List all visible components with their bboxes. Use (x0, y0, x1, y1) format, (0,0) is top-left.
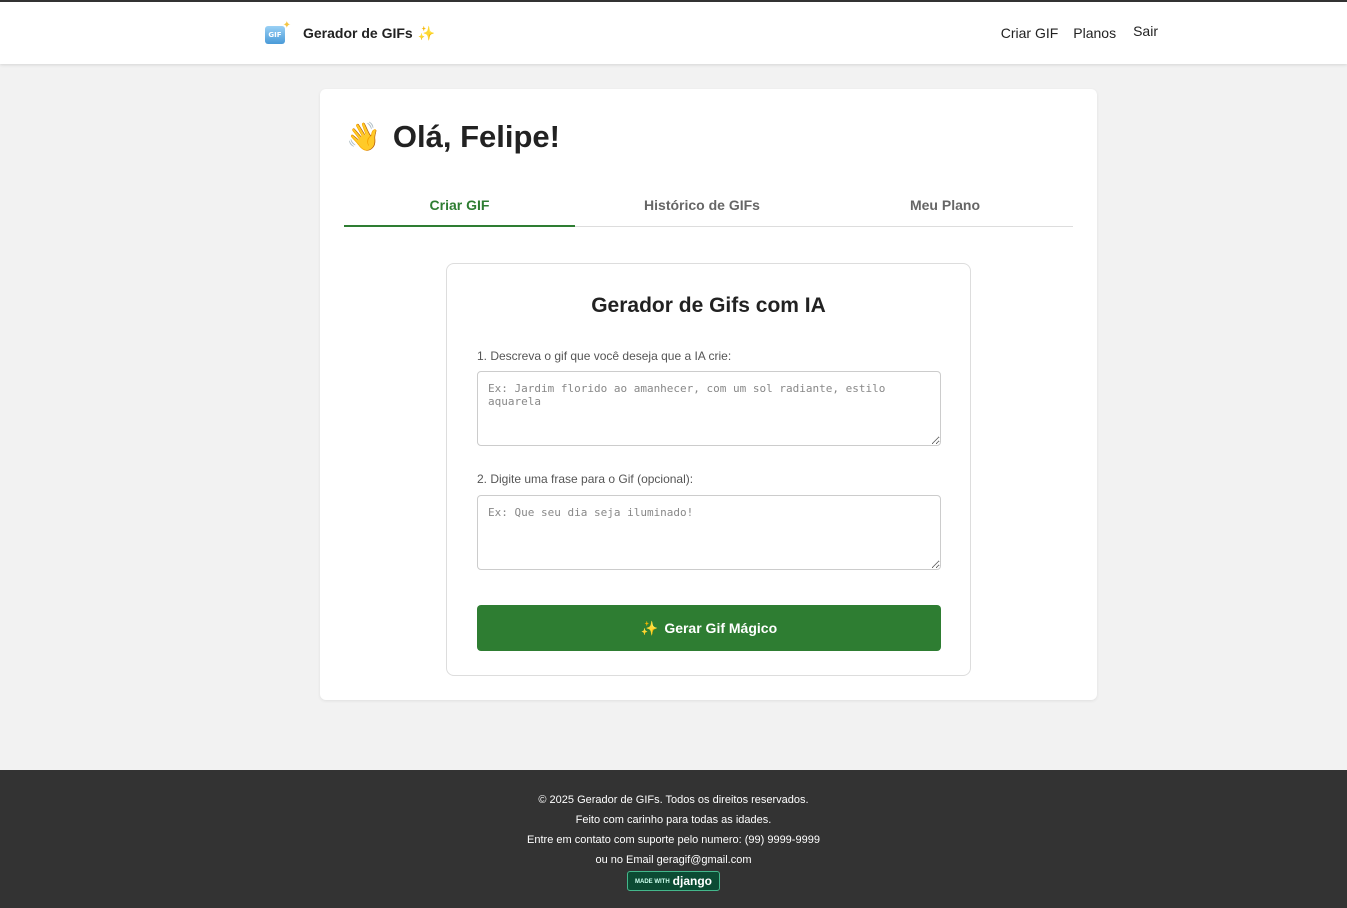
site-header: GIF ✦ Gerador de GIFs ✨ Criar GIF Planos… (0, 2, 1347, 64)
description-label: 1. Descreva o gif que você deseja que a … (477, 349, 732, 363)
greeting: 👋 Olá, Felipe! (346, 119, 560, 155)
dashboard-card: 👋 Olá, Felipe! Criar GIF Histórico de GI… (320, 89, 1097, 700)
phrase-label: 2. Digite uma frase para o Gif (opcional… (477, 472, 694, 486)
brand[interactable]: GIF ✦ Gerador de GIFs ✨ (265, 20, 436, 44)
generate-gif-button-label: Gerar Gif Mágico (664, 620, 778, 636)
footer-tagline: Feito com carinho para todas as idades. (575, 814, 772, 826)
form-title: Gerador de Gifs com IA (591, 294, 826, 317)
gif-generator-form: Gerador de Gifs com IA 1. Descreva o gif… (446, 263, 971, 676)
gif-logo-icon: GIF ✦ (265, 20, 291, 44)
greeting-title: Olá, Felipe! (392, 119, 560, 154)
brand-title: Gerador de GIFs (303, 25, 413, 41)
footer-contact-phone: Entre em contato com suporte pelo numero… (527, 834, 820, 846)
sparkles-icon: ✨ (417, 24, 436, 41)
site-footer: © 2025 Gerador de GIFs. Todos os direito… (0, 770, 1347, 908)
footer-copyright: © 2025 Gerador de GIFs. Todos os direito… (538, 794, 809, 806)
description-textarea[interactable] (477, 371, 941, 446)
tab-historico-gifs[interactable]: Histórico de GIFs (575, 187, 829, 227)
footer-contact-email: ou no Email geragif@gmail.com (595, 854, 752, 866)
badge-main-text: django (672, 874, 712, 888)
tab-criar-gif[interactable]: Criar GIF (344, 187, 575, 227)
tab-meu-plano[interactable]: Meu Plano (829, 187, 1061, 227)
badge-small-text: MADE WITH (635, 878, 670, 885)
nav-sair-link[interactable]: Sair (1133, 23, 1158, 39)
phrase-textarea[interactable] (477, 495, 941, 570)
sparkle-icon: ✦ (282, 20, 291, 31)
nav-planos-link[interactable]: Planos (1073, 25, 1116, 41)
tab-bar: Criar GIF Histórico de GIFs Meu Plano (344, 187, 1073, 227)
made-with-django-badge[interactable]: MADE WITH django (627, 871, 720, 891)
generate-gif-button[interactable]: ✨ Gerar Gif Mágico (477, 605, 941, 651)
waving-hand-icon: 👋 (346, 121, 381, 152)
nav-criar-gif-link[interactable]: Criar GIF (1001, 25, 1059, 41)
main-nav: Criar GIF Planos Sair (1001, 23, 1158, 41)
sparkles-icon: ✨ (640, 619, 659, 636)
